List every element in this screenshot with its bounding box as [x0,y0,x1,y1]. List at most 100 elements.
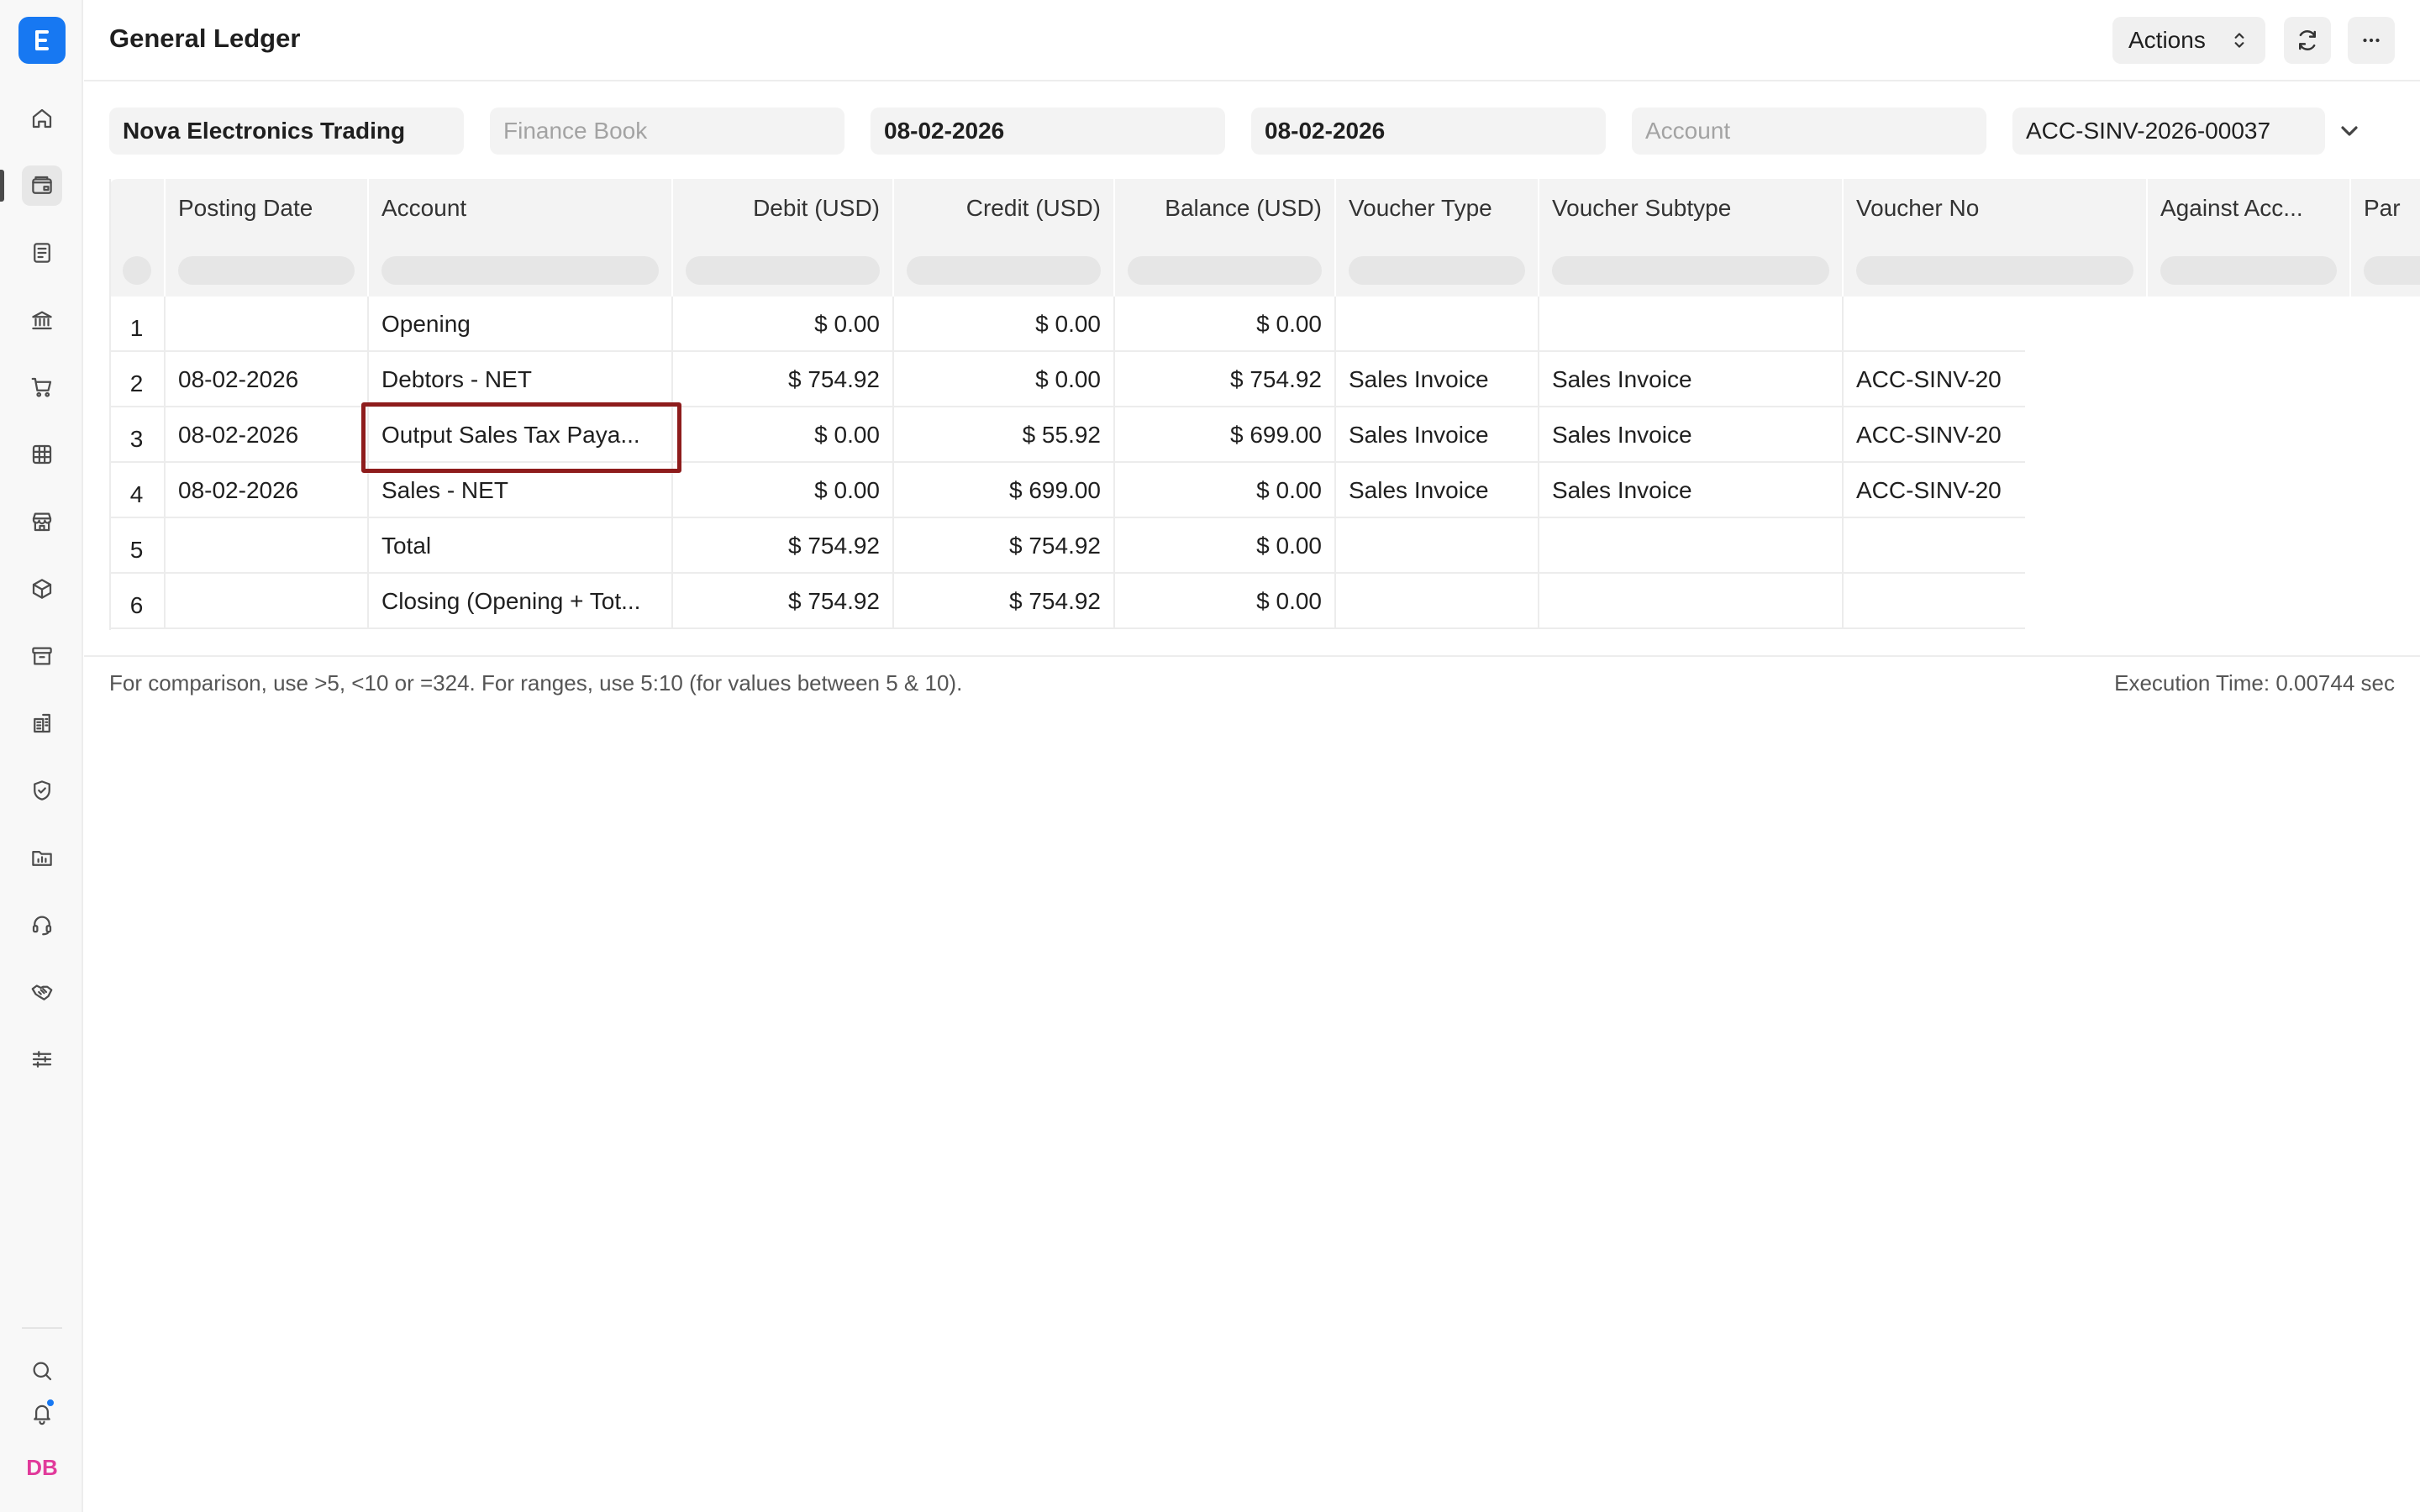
credit-cell[interactable]: $ 754.92 [894,574,1115,629]
voucher-type-cell[interactable]: Sales Invoice [1336,463,1539,518]
balance-cell[interactable]: $ 699.00 [1115,407,1336,463]
column-header-party[interactable]: Par [2351,179,2420,238]
voucher-subtype-cell[interactable]: Sales Invoice [1539,463,1844,518]
voucher-subtype-cell[interactable] [1539,297,1844,352]
voucher-no-cell[interactable] [1844,574,2025,629]
debit-cell[interactable]: $ 754.92 [673,518,894,574]
debit-cell[interactable]: $ 754.92 [673,574,894,629]
account-cell[interactable]: Debtors - NET [369,352,673,407]
notifications-button[interactable] [22,1393,62,1433]
voucher-no-cell[interactable] [1844,297,2025,352]
column-header-balance[interactable]: Balance (USD) [1115,179,1336,238]
column-header-debit[interactable]: Debit (USD) [673,179,894,238]
voucher-no-filter[interactable]: ACC-SINV-2026-00037 [2012,108,2325,155]
credit-cell[interactable]: $ 699.00 [894,463,1115,518]
voucher-subtype-cell[interactable]: Sales Invoice [1539,407,1844,463]
voucher-subtype-cell[interactable]: Sales Invoice [1539,352,1844,407]
table-row[interactable]: 1 Opening $ 0.00 $ 0.00 $ 0.00 [109,297,2025,352]
sidebar-item-assets[interactable] [22,636,62,676]
debit-column-filter[interactable] [673,238,894,297]
account-filter[interactable]: Account [1632,108,1986,155]
avatar[interactable]: DB [22,1447,62,1488]
posting-date-cell[interactable]: 08-02-2026 [166,352,369,407]
voucher-no-column-filter[interactable] [1844,238,2148,297]
sidebar-item-stock[interactable] [22,569,62,609]
to-date-filter[interactable]: 08-02-2026 [1251,108,1606,155]
column-header-account[interactable]: Account [369,179,673,238]
voucher-subtype-cell[interactable] [1539,574,1844,629]
voucher-no-cell[interactable]: ACC-SINV-20 [1844,352,2025,407]
balance-column-filter[interactable] [1115,238,1336,297]
company-filter[interactable]: Nova Electronics Trading [109,108,464,155]
actions-button[interactable]: Actions [2112,17,2265,64]
search-button[interactable] [22,1351,62,1391]
posting-date-column-filter[interactable] [166,238,369,297]
more-filters-toggle[interactable] [2336,118,2363,144]
sidebar-item-quality[interactable] [22,770,62,811]
credit-cell[interactable]: $ 754.92 [894,518,1115,574]
sidebar-item-reports[interactable] [22,434,62,475]
account-cell[interactable]: Closing (Opening + Tot... [369,574,673,629]
voucher-type-cell[interactable]: Sales Invoice [1336,407,1539,463]
balance-cell[interactable]: $ 754.92 [1115,352,1336,407]
credit-cell[interactable]: $ 0.00 [894,352,1115,407]
debit-cell[interactable]: $ 0.00 [673,297,894,352]
debit-cell[interactable]: $ 754.92 [673,352,894,407]
column-header-voucher-subtype[interactable]: Voucher Subtype [1539,179,1844,238]
party-column-filter[interactable] [2351,238,2420,297]
execution-time: Execution Time: 0.00744 sec [2114,670,2395,696]
voucher-subtype-cell[interactable] [1539,518,1844,574]
debit-cell[interactable]: $ 0.00 [673,407,894,463]
sidebar-item-home[interactable] [22,98,62,139]
credit-column-filter[interactable] [894,238,1115,297]
column-header-voucher-type[interactable]: Voucher Type [1336,179,1539,238]
voucher-type-cell[interactable] [1336,574,1539,629]
balance-cell[interactable]: $ 0.00 [1115,463,1336,518]
voucher-type-cell[interactable] [1336,297,1539,352]
finance-book-filter[interactable]: Finance Book [490,108,844,155]
sidebar-item-accounting[interactable] [22,165,62,206]
posting-date-cell[interactable] [166,297,369,352]
posting-date-cell[interactable]: 08-02-2026 [166,463,369,518]
table-row[interactable]: 6 Closing (Opening + Tot... $ 754.92 $ 7… [109,574,2025,629]
posting-date-cell[interactable] [166,574,369,629]
against-account-column-filter[interactable] [2148,238,2351,297]
from-date-filter[interactable]: 08-02-2026 [871,108,1225,155]
voucher-subtype-column-filter[interactable] [1539,238,1844,297]
column-header-voucher-no[interactable]: Voucher No [1844,179,2148,238]
sidebar-item-settings[interactable] [22,1039,62,1079]
sidebar-item-projects[interactable] [22,837,62,878]
table-row[interactable]: 5 Total $ 754.92 $ 754.92 $ 0.00 [109,518,2025,574]
posting-date-cell[interactable] [166,518,369,574]
refresh-button[interactable] [2284,17,2331,64]
sidebar-item-documents[interactable] [22,233,62,273]
column-header-against-account[interactable]: Against Acc... [2148,179,2351,238]
balance-cell[interactable]: $ 0.00 [1115,518,1336,574]
more-button[interactable] [2348,17,2395,64]
account-cell[interactable]: Opening [369,297,673,352]
app-logo[interactable] [18,17,66,64]
sidebar-item-buying[interactable] [22,367,62,407]
voucher-no-cell[interactable] [1844,518,2025,574]
voucher-type-cell[interactable]: Sales Invoice [1336,352,1539,407]
balance-cell[interactable]: $ 0.00 [1115,574,1336,629]
account-cell[interactable]: Total [369,518,673,574]
voucher-type-cell[interactable] [1336,518,1539,574]
voucher-no-cell[interactable]: ACC-SINV-20 [1844,407,2025,463]
column-header-credit[interactable]: Credit (USD) [894,179,1115,238]
posting-date-cell[interactable]: 08-02-2026 [166,407,369,463]
sidebar-item-bank[interactable] [22,300,62,340]
credit-cell[interactable]: $ 0.00 [894,297,1115,352]
credit-cell[interactable]: $ 55.92 [894,407,1115,463]
debit-cell[interactable]: $ 0.00 [673,463,894,518]
sidebar-item-crm[interactable] [22,972,62,1012]
sidebar-item-selling[interactable] [22,501,62,542]
voucher-no-cell[interactable]: ACC-SINV-20 [1844,463,2025,518]
sidebar-item-support[interactable] [22,905,62,945]
table-row[interactable]: 2 08-02-2026 Debtors - NET $ 754.92 $ 0.… [109,352,2025,407]
voucher-type-column-filter[interactable] [1336,238,1539,297]
column-header-posting-date[interactable]: Posting Date [166,179,369,238]
sidebar-item-manufacturing[interactable] [22,703,62,743]
balance-cell[interactable]: $ 0.00 [1115,297,1336,352]
account-column-filter[interactable] [369,238,673,297]
